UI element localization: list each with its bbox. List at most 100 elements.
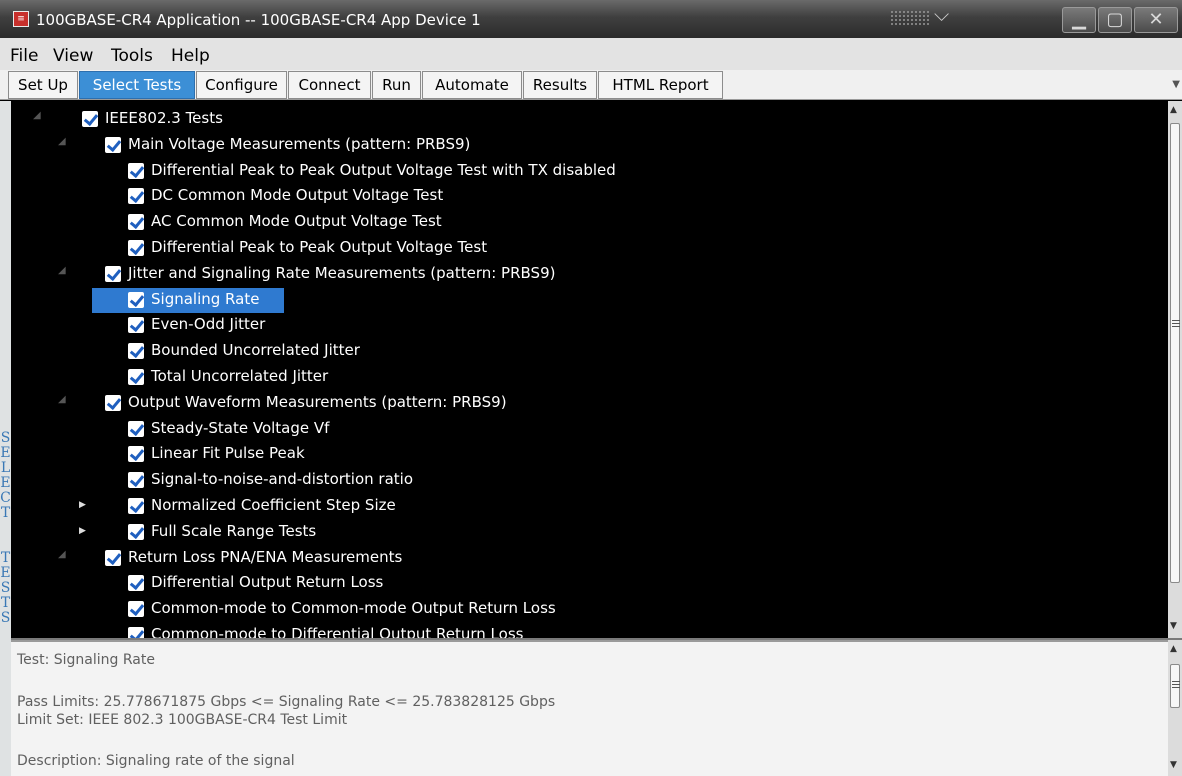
tab-run[interactable]: Run <box>372 71 421 99</box>
collapse-arrow-icon[interactable]: ◢ <box>33 110 41 121</box>
tree-item[interactable]: ◢ Return Loss PNA/ENA Measurements <box>11 545 1168 571</box>
details-scroll-up-icon[interactable]: ▲ <box>1170 644 1177 654</box>
menu-help[interactable]: Help <box>171 46 210 66</box>
tree-item[interactable]: Bounded Uncorrelated Jitter <box>11 338 1168 364</box>
checkbox-checked-icon[interactable] <box>128 523 144 540</box>
expand-arrow-icon[interactable]: ▶ <box>79 500 86 510</box>
tree-item-label: Return Loss PNA/ENA Measurements <box>128 547 403 566</box>
menu-file[interactable]: File <box>10 46 38 66</box>
test-tree: ◢ IEEE802.3 Tests ◢ Main Voltage Measuremen… <box>11 101 1168 638</box>
checkbox-checked-icon[interactable] <box>128 240 144 256</box>
collapse-arrow-icon[interactable]: ◢ <box>58 265 66 276</box>
checkbox-checked-icon[interactable] <box>128 575 144 592</box>
checkbox-checked-icon[interactable] <box>128 601 144 618</box>
tree-item[interactable]: AC Common Mode Output Voltage Test <box>11 209 1168 235</box>
tree-item[interactable]: Even-Odd Jitter <box>11 312 1168 338</box>
scroll-down-icon[interactable]: ▼ <box>1170 621 1177 631</box>
tree-scrollbar[interactable]: ▲ ▼ <box>1168 101 1182 638</box>
checkbox-checked-icon[interactable] <box>128 420 144 437</box>
checkbox-checked-icon[interactable] <box>128 627 144 638</box>
scroll-up-icon[interactable]: ▲ <box>1170 105 1177 115</box>
checkbox-checked-icon[interactable] <box>105 136 121 153</box>
tree-item-label: Even-Odd Jitter <box>151 315 266 334</box>
tab-set-up[interactable]: Set Up <box>8 71 78 99</box>
checkbox-checked-icon[interactable] <box>128 291 144 308</box>
tree-item[interactable]: Linear Fit Pulse Peak <box>11 441 1168 467</box>
minimize-icon: ▁ <box>1072 9 1086 30</box>
checkbox-checked-icon[interactable] <box>105 549 121 566</box>
checkbox-checked-icon[interactable] <box>128 214 144 231</box>
checkbox-checked-icon[interactable] <box>128 317 144 334</box>
tree-item-label: Common-mode to Differential Output Retur… <box>151 625 524 638</box>
details-pass-limits: Pass Limits: 25.778671875 Gbps <= Signal… <box>17 694 556 710</box>
checkbox-checked-icon[interactable] <box>128 188 144 205</box>
tree-scroll-thumb[interactable] <box>1170 123 1180 583</box>
collapse-arrow-icon[interactable]: ◢ <box>58 549 66 560</box>
tab-html-report[interactable]: HTML Report <box>598 71 723 99</box>
tree-item[interactable]: ◢ Output Waveform Measurements (pattern: … <box>11 390 1168 416</box>
checkbox-checked-icon[interactable] <box>128 498 144 514</box>
title-bar: ≡ 100GBASE-CR4 Application -- 100GBASE-C… <box>0 0 1182 38</box>
menu-tools[interactable]: Tools <box>111 46 153 66</box>
tree-item[interactable]: ◢ Main Voltage Measurements (pattern: PRB… <box>11 132 1168 158</box>
checkbox-checked-icon[interactable] <box>105 394 121 411</box>
tree-item-label: IEEE802.3 Tests <box>105 109 223 127</box>
select-tests-vertical-label: SELECTTESTS <box>0 430 11 626</box>
checkbox-checked-icon[interactable] <box>128 369 144 385</box>
checkbox-checked-icon[interactable] <box>105 265 121 282</box>
checkbox-checked-icon[interactable] <box>128 343 144 360</box>
close-icon: ✕ <box>1148 9 1164 30</box>
tab-configure[interactable]: Configure <box>196 71 287 99</box>
tree-item[interactable]: ◢ Jitter and Signaling Rate Measurements … <box>11 261 1168 287</box>
tree-item[interactable]: DC Common Mode Output Voltage Test <box>11 183 1168 209</box>
checkbox-checked-icon[interactable] <box>82 111 98 127</box>
sidebar: SELECTTESTS <box>0 101 11 776</box>
tree-item[interactable]: Signal-to-noise-and-distortion ratio <box>11 467 1168 493</box>
tree-item-label: DC Common Mode Output Voltage Test <box>151 186 444 205</box>
tree-item-label: Differential Output Return Loss <box>151 573 384 592</box>
tree-item[interactable]: ▶ Normalized Coefficient Step Size <box>11 493 1168 519</box>
tab-connect[interactable]: Connect <box>288 71 371 99</box>
details-scroll-down-icon[interactable]: ▼ <box>1170 760 1177 770</box>
grip-dots-icon <box>890 10 930 26</box>
close-button[interactable]: ✕ <box>1134 7 1178 33</box>
tree-item-label: Main Voltage Measurements (pattern: PRBS… <box>128 134 471 153</box>
details-description: Description: Signaling rate of the signa… <box>17 753 295 769</box>
maximize-button[interactable]: ▢ <box>1098 7 1132 33</box>
tree-item[interactable]: Common-mode to Differential Output Retur… <box>11 622 1168 638</box>
checkbox-checked-icon[interactable] <box>128 446 144 463</box>
tab-results[interactable]: Results <box>523 71 597 99</box>
checkbox-checked-icon[interactable] <box>128 162 144 179</box>
tree-item-label: Signaling Rate <box>151 289 260 308</box>
tree-item[interactable]: Differential Peak to Peak Output Voltage… <box>11 235 1168 261</box>
tree-item[interactable]: Differential Peak to Peak Output Voltage… <box>11 158 1168 184</box>
tab-select-tests[interactable]: Select Tests <box>79 71 195 99</box>
tree-item-label: Output Waveform Measurements (pattern: P… <box>128 392 507 411</box>
minimize-button[interactable]: ▁ <box>1062 7 1096 33</box>
tree-item-label: Steady-State Voltage Vf <box>151 418 330 437</box>
tree-item[interactable]: Common-mode to Common-mode Output Return… <box>11 596 1168 622</box>
collapse-arrow-icon[interactable]: ◢ <box>58 394 66 405</box>
menu-view[interactable]: View <box>53 46 93 66</box>
checkbox-checked-icon[interactable] <box>128 472 144 489</box>
details-scrollbar[interactable]: ▲ ▼ <box>1168 640 1182 776</box>
tree-item[interactable]: ▶ Full Scale Range Tests <box>11 519 1168 545</box>
tree-item[interactable]: Signaling Rate <box>11 287 1168 313</box>
tree-item[interactable]: ◢ IEEE802.3 Tests <box>11 106 1168 132</box>
maximize-icon: ▢ <box>1106 9 1124 30</box>
tab-automate[interactable]: Automate <box>422 71 522 99</box>
chevron-down-icon[interactable]: ⌵ <box>934 2 949 26</box>
tree-item[interactable]: Differential Output Return Loss <box>11 570 1168 596</box>
collapse-arrow-icon[interactable]: ◢ <box>58 136 66 147</box>
details-scroll-thumb[interactable] <box>1170 664 1180 708</box>
tab-overflow-icon[interactable]: ▼ <box>1172 79 1180 90</box>
tree-item-label: Bounded Uncorrelated Jitter <box>151 341 360 360</box>
title-grip[interactable]: ⌵ <box>890 2 962 28</box>
tree-item[interactable]: Total Uncorrelated Jitter <box>11 364 1168 390</box>
expand-arrow-icon[interactable]: ▶ <box>79 526 86 536</box>
app-logo-icon[interactable]: ≡ <box>13 11 29 27</box>
menu-bar: File View Tools Help <box>0 38 1182 70</box>
tree-item[interactable]: Steady-State Voltage Vf <box>11 416 1168 442</box>
tree-item-label: Full Scale Range Tests <box>151 521 317 540</box>
tree-item-label: AC Common Mode Output Voltage Test <box>151 212 442 231</box>
